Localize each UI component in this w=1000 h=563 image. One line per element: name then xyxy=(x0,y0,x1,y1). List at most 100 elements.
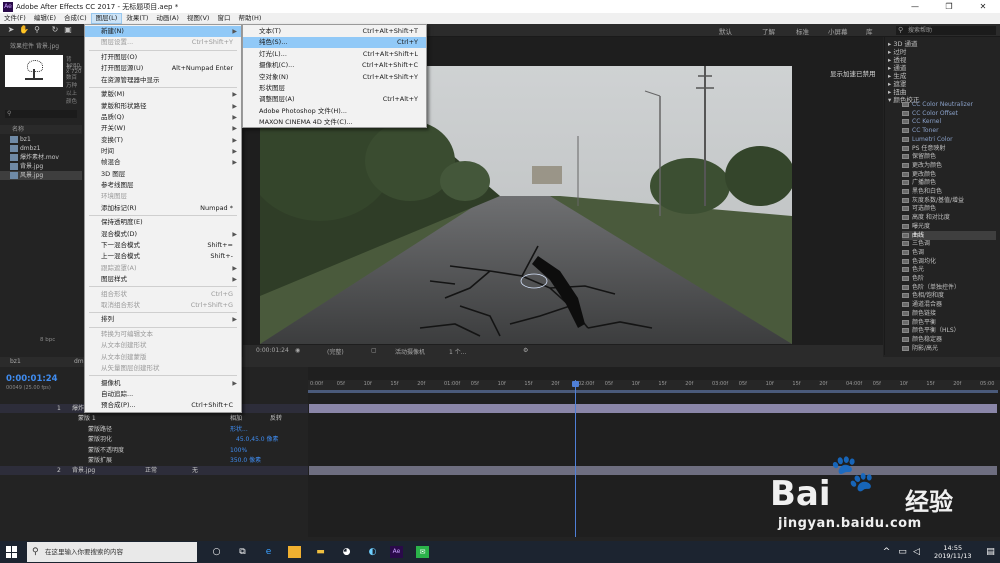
workspace-tab-library[interactable]: 库 xyxy=(866,26,873,36)
region-of-interest-icon[interactable]: ▢ xyxy=(371,347,377,354)
menu-effect[interactable]: 效果(T) xyxy=(122,13,152,24)
layer-menu-item[interactable]: 上一混合模式 Shift+- xyxy=(85,251,241,262)
layer-menu-item[interactable]: 打开图层(O) xyxy=(85,52,241,63)
taskbar-clock[interactable]: 14:55 2019/11/13 xyxy=(934,544,971,560)
timeline-current-time[interactable]: 0:00:01:24 xyxy=(6,374,58,384)
effect-item[interactable]: 色调 xyxy=(902,248,996,257)
effect-item[interactable]: PS 任意映射 xyxy=(902,144,996,153)
new-submenu-item[interactable]: Adobe Photoshop 文件(H)... xyxy=(243,106,426,117)
selection-tool-icon[interactable]: ➤ xyxy=(6,25,16,35)
effect-item[interactable]: 广播颜色 xyxy=(902,178,996,187)
effect-item[interactable]: 色阶（单独控件） xyxy=(902,283,996,292)
new-submenu-item[interactable]: MAXON CINEMA 4D 文件(C)... xyxy=(243,117,426,128)
rotate-tool-icon[interactable]: ↻ xyxy=(50,25,60,35)
layer-menu-item[interactable]: 帧混合 ▶ xyxy=(85,157,241,168)
effect-item[interactable]: 颜色稳定器 xyxy=(902,335,996,344)
effect-item[interactable]: 颜色链接 xyxy=(902,309,996,318)
layer-mode[interactable]: 正常 xyxy=(145,466,157,475)
edge-browser-icon[interactable]: e xyxy=(262,546,275,558)
layer-menu-item[interactable]: 变换(T) ▶ xyxy=(85,135,241,146)
project-item-bz1[interactable]: bz1 xyxy=(0,135,82,144)
zoom-tool-icon[interactable]: ⚲ xyxy=(32,25,42,35)
hand-tool-icon[interactable]: ✋ xyxy=(19,25,29,35)
effect-item[interactable]: 可选颜色 xyxy=(902,204,996,213)
prop-row-mask-feather[interactable]: 蒙版羽化 45.0,45.0 像素 xyxy=(0,435,308,444)
project-item-scenery[interactable]: 风景.jpg xyxy=(0,171,82,180)
effect-item[interactable]: CC Toner xyxy=(902,126,996,135)
layer-menu-item[interactable]: 打开图层源(U) Alt+Numpad Enter xyxy=(85,63,241,74)
new-submenu-item[interactable]: 形状图层 xyxy=(243,83,426,94)
layer-menu-item[interactable]: 预合成(P)... Ctrl+Shift+C xyxy=(85,400,241,411)
work-area-bar[interactable] xyxy=(308,390,998,393)
effect-controls-tab[interactable]: 效果控件 背景.jpg xyxy=(10,41,59,50)
effect-item[interactable]: 曝光度 xyxy=(902,222,996,231)
layer-menu-item[interactable]: 3D 图层 xyxy=(85,169,241,180)
project-item-dmbz1[interactable]: dmbz1 xyxy=(0,144,82,153)
project-item-mov[interactable]: 爆炸素材.mov xyxy=(0,153,82,162)
layer-menu-item[interactable]: 排列 ▶ xyxy=(85,314,241,325)
effect-item[interactable]: CC Color Neutralizer xyxy=(902,100,996,109)
prop-row-mask-path[interactable]: 蒙版路径 形状... xyxy=(0,425,308,434)
effect-item[interactable]: 曲线 xyxy=(902,230,996,240)
camera-snapshot-icon[interactable]: ◉ xyxy=(295,347,300,354)
effect-item[interactable]: CC Kernel xyxy=(902,117,996,126)
effect-item[interactable]: 灰度系数/基值/增益 xyxy=(902,196,996,205)
app-icon-2[interactable]: ◕ xyxy=(340,546,353,558)
active-camera-select[interactable]: 活动摄像机 xyxy=(395,347,425,356)
layer-bar-1[interactable] xyxy=(309,404,997,413)
menu-file[interactable]: 文件(F) xyxy=(0,13,30,24)
timeline-tab-bz1[interactable]: bz1 xyxy=(10,358,21,365)
app-icon-3[interactable]: ◐ xyxy=(366,546,379,558)
project-column-name[interactable]: 名称 xyxy=(0,125,82,134)
taskbar-search-input[interactable]: ⚲ 在这里输入你要搜索的内容 xyxy=(27,542,197,562)
camera-tool-icon[interactable]: ▣ xyxy=(63,25,73,35)
prop-row-mask-expansion[interactable]: 蒙版扩展 350.0 像素 xyxy=(0,456,308,465)
effect-item[interactable]: 高度 和对比度 xyxy=(902,213,996,222)
bpc-indicator[interactable]: 8 bpc xyxy=(0,337,82,345)
workspace-tab-learn[interactable]: 了解 xyxy=(762,26,775,36)
cortana-icon[interactable]: ○ xyxy=(210,546,223,558)
new-submenu-item[interactable]: 空对象(N) Ctrl+Alt+Shift+Y xyxy=(243,72,426,83)
layer-menu-item[interactable]: 时间 ▶ xyxy=(85,146,241,157)
playhead-handle[interactable] xyxy=(572,381,579,387)
effect-item[interactable]: CC Color Offset xyxy=(902,109,996,118)
effect-item[interactable]: 更改为颜色 xyxy=(902,161,996,170)
menu-window[interactable]: 窗口 xyxy=(213,13,234,24)
layer-menu-item[interactable]: 添加标记(R) Numpad * xyxy=(85,203,241,214)
effect-item[interactable]: 色阶 xyxy=(902,274,996,283)
layer-row-2[interactable]: 2 背景.jpg 正常 无 xyxy=(0,466,308,475)
system-tray-chevron-icon[interactable]: ^ xyxy=(880,546,893,558)
layer-menu-item[interactable]: 开关(W) ▶ xyxy=(85,123,241,134)
workspace-tab-small-screen[interactable]: 小屏幕 xyxy=(828,26,848,36)
layer-menu-item[interactable]: 摄像机 ▶ xyxy=(85,378,241,389)
resolution-select[interactable]: (完整) xyxy=(327,347,344,356)
layer-menu-item[interactable]: 品质(Q) ▶ xyxy=(85,112,241,123)
new-submenu-item[interactable]: 纯色(S)... Ctrl+Y xyxy=(243,37,426,49)
file-explorer-icon[interactable]: ▬ xyxy=(314,546,327,558)
notification-center-icon[interactable]: ▤ xyxy=(984,546,997,558)
project-search-input[interactable]: ⚲ xyxy=(5,110,77,118)
network-icon[interactable]: ▭ xyxy=(896,546,909,558)
task-view-icon[interactable]: ⧉ xyxy=(236,546,249,558)
effect-item[interactable]: 颜色平衡 xyxy=(902,318,996,327)
layer-trkmat[interactable]: 无 xyxy=(192,466,198,475)
effect-item[interactable]: 色光 xyxy=(902,265,996,274)
minimize-button[interactable]: — xyxy=(898,0,932,13)
app-icon-1[interactable] xyxy=(288,546,301,558)
prop-value[interactable]: 100% xyxy=(230,446,247,455)
viewer-timecode[interactable]: 0:00:01:24 xyxy=(256,347,289,354)
layer-menu-item[interactable]: 蒙版和形状路径 ▶ xyxy=(85,101,241,112)
prop-value[interactable]: 45.0,45.0 像素 xyxy=(236,435,279,444)
menu-layer[interactable]: 图层(L) xyxy=(90,13,123,24)
mask-invert[interactable]: 反转 xyxy=(270,414,282,423)
layer-menu-item[interactable]: 保持透明度(E) xyxy=(85,217,241,228)
mask-row[interactable]: 蒙版 1 相加 反转 xyxy=(0,414,308,423)
effect-item[interactable]: 更改颜色 xyxy=(902,170,996,179)
effect-item[interactable]: 色调均化 xyxy=(902,257,996,266)
layer-menu-item[interactable]: 混合模式(D) ▶ xyxy=(85,229,241,240)
layer-menu-item[interactable]: 图层样式 ▶ xyxy=(85,274,241,285)
wechat-icon[interactable]: ✉ xyxy=(416,546,429,558)
view-layout-select[interactable]: 1 个... xyxy=(449,347,466,356)
effect-item[interactable]: 通道混合器 xyxy=(902,300,996,309)
effect-item[interactable]: 保留颜色 xyxy=(902,152,996,161)
